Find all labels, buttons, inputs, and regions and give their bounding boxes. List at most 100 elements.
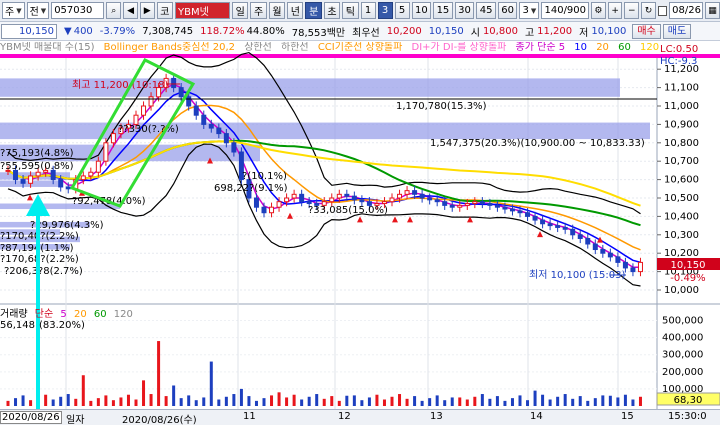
volume-value-pct: (83.20%): [39, 320, 85, 331]
legend-item[interactable]: 하한선: [281, 42, 309, 53]
legend-item[interactable]: 120: [640, 42, 659, 53]
legend-item[interactable]: 60: [618, 42, 631, 53]
volume-bar: [111, 400, 115, 406]
interval-3[interactable]: 3: [377, 2, 393, 19]
chart-settings-icon[interactable]: ⚙: [591, 2, 606, 19]
volume-legend-title[interactable]: 거래량: [0, 309, 28, 320]
candle-body: [110, 133, 116, 144]
volume-tick-label: 300,000: [662, 350, 703, 361]
volume-bar: [616, 397, 620, 406]
price-tick-label: 10,700: [664, 156, 699, 167]
market-select[interactable]: 전 ▼: [26, 2, 50, 19]
previous-icon[interactable]: ◀: [123, 2, 138, 19]
period-tick[interactable]: 틱: [342, 2, 359, 19]
volume-bar: [119, 397, 123, 406]
legend-item[interactable]: 종가 단순 5: [516, 42, 566, 53]
legend-item[interactable]: DI+가 DI-를 상향돌파: [412, 42, 507, 53]
volume-bar: [29, 400, 33, 406]
next-icon[interactable]: ▶: [139, 2, 155, 19]
volume-bar: [563, 394, 567, 406]
candle-body: [329, 197, 335, 203]
count-value: 140: [544, 5, 564, 16]
volume-bar: [126, 394, 130, 406]
legend-item[interactable]: 10: [574, 42, 587, 53]
candle-body: [359, 199, 365, 203]
volume-bar: [202, 397, 206, 406]
volume-bar: [638, 396, 642, 406]
volume-bar: [480, 394, 484, 406]
stock-code-input[interactable]: 057030: [51, 2, 105, 19]
volume-ma-120: 120: [113, 309, 133, 320]
period-week[interactable]: 주: [250, 2, 267, 19]
volume-bar: [578, 396, 582, 406]
current-volume-text: 68,30: [674, 395, 703, 406]
buy-button[interactable]: 매수: [632, 23, 661, 39]
period-month[interactable]: 월: [268, 2, 286, 19]
interval-10[interactable]: 10: [411, 2, 432, 19]
interval-45[interactable]: 45: [476, 2, 496, 19]
interval-select[interactable]: 3 ▼: [519, 2, 540, 19]
chart-type-select[interactable]: 주 ▼: [2, 2, 25, 19]
current-price: 10,150: [1, 23, 57, 39]
volume-bar: [59, 396, 63, 406]
candle-body: [562, 226, 568, 230]
candle-body: [555, 225, 561, 228]
sell-button[interactable]: 매도: [662, 23, 692, 39]
candle-body: [600, 249, 606, 254]
candle-body: [525, 212, 531, 217]
legend-item[interactable]: Bollinger Bands중심선 20,2: [104, 42, 235, 53]
candle-body: [186, 96, 192, 107]
time-axis[interactable]: 2020/08/26 일자 2020/08/26(수) 11 12 13 14 …: [0, 409, 720, 425]
price-change: 400: [73, 25, 93, 37]
zoom-out-icon[interactable]: −: [624, 2, 640, 19]
interval-15[interactable]: 15: [433, 2, 453, 19]
legend-item[interactable]: YBM넷 매물대 수(15): [0, 42, 94, 53]
search-icon[interactable]: ⌕: [106, 2, 122, 19]
volume-bar: [405, 398, 409, 406]
volume-bar: [51, 399, 55, 406]
chevron-down-icon: ▼: [40, 6, 47, 15]
price-chart[interactable]: 11,20011,10011,00010,90010,80010,70010,6…: [0, 42, 720, 409]
candle-body: [607, 252, 613, 258]
volume-bar: [608, 395, 612, 406]
volume-bar: [450, 397, 454, 406]
chart-toolbar: 주 ▼ 전 ▼ 057030 ⌕ ◀ ▶ 코 YBM넷 일 주 월 년 분 초 틱 …: [0, 0, 720, 22]
count-field[interactable]: 140/900: [541, 2, 590, 19]
chevron-down-icon: ▼: [530, 6, 537, 15]
candle-body: [419, 193, 425, 199]
volume-bar: [631, 399, 635, 406]
calendar-icon[interactable]: ▦: [705, 2, 720, 19]
period-year[interactable]: 년: [287, 2, 304, 19]
date-field[interactable]: 08/26: [669, 2, 704, 19]
legend-item[interactable]: CCI기준선 상향돌파: [318, 42, 403, 53]
volume-bar: [360, 400, 364, 406]
volume-bar: [66, 394, 70, 406]
interval-5[interactable]: 5: [394, 2, 410, 19]
price-tick-label: 10,400: [664, 211, 699, 222]
candle-body: [427, 197, 433, 201]
left-date-box[interactable]: 2020/08/26: [0, 411, 62, 424]
volume-bar: [149, 394, 153, 406]
volume-bar: [44, 394, 48, 406]
refresh-icon[interactable]: ↻: [641, 2, 656, 19]
volume-bar: [443, 400, 447, 406]
interval-1[interactable]: 1: [360, 2, 376, 19]
candle-body: [253, 197, 259, 208]
legend-item[interactable]: 상한선: [244, 42, 272, 53]
legend-item[interactable]: 20: [596, 42, 609, 53]
volume-bar: [6, 400, 10, 406]
period-day[interactable]: 일: [232, 2, 249, 19]
period-second[interactable]: 초: [323, 2, 341, 19]
vp-label-13: ?206,3?8(2.7%): [4, 266, 83, 277]
interval-60[interactable]: 60: [497, 2, 518, 19]
zoom-in-icon[interactable]: +: [607, 2, 623, 19]
company-badge[interactable]: 코: [156, 2, 173, 19]
period-minute[interactable]: 분: [305, 2, 322, 19]
date-checkbox[interactable]: [657, 5, 668, 16]
candle-body: [540, 219, 546, 225]
candle-body: [336, 193, 342, 199]
volume-bar: [209, 361, 213, 406]
interval-30[interactable]: 30: [454, 2, 475, 19]
candle-body: [404, 190, 410, 195]
candle-body: [509, 208, 515, 212]
